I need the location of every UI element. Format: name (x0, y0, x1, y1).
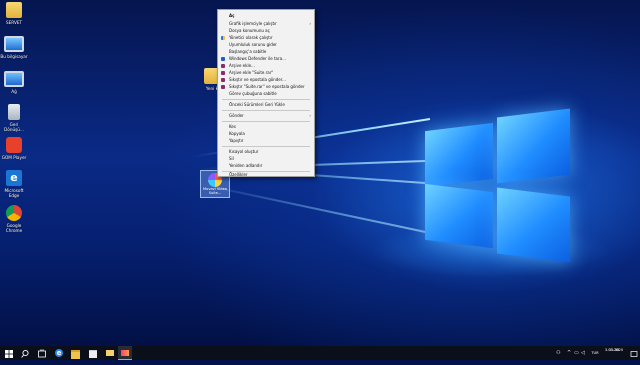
edge-icon: e (6, 170, 22, 186)
menu-item-run-with-gpu[interactable]: Grafik işlemciyle çalıştır › (218, 20, 314, 27)
menu-item-open[interactable]: Aç (218, 12, 314, 19)
winrar-icon (221, 77, 225, 82)
menu-item-properties[interactable]: Özellikler (218, 173, 314, 177)
menu-item-rename[interactable]: Yeniden adlandır (218, 162, 314, 169)
winrar-icon (221, 63, 225, 68)
windows-logo-pane (425, 122, 493, 188)
mail-icon[interactable] (103, 346, 117, 360)
network-tray-icon[interactable]: ▭ (574, 350, 579, 356)
desktop-icon-label: Microsoft Edge (4, 188, 24, 198)
desktop-background: SERVET Bu bilgisayar Ağ Geri Dönüşü... G… (0, 0, 640, 346)
menu-item-copy[interactable]: Kopyala (218, 130, 314, 137)
menu-item-open-file-location[interactable]: Dosya konumunu aç (218, 27, 314, 34)
menu-separator (222, 99, 310, 100)
desktop-icon-label: Geri Dönüşü... (4, 122, 24, 132)
task-view-icon[interactable] (35, 346, 49, 360)
desktop-icon-label: Ağ (11, 89, 17, 94)
desktop-icon-label: Movavi Video Suite... (203, 187, 227, 195)
chevron-up-icon[interactable]: ^ (567, 350, 571, 356)
volume-icon[interactable]: ◁ (581, 350, 585, 356)
search-icon[interactable] (18, 346, 32, 360)
context-menu: Aç Grafik işlemciyle çalıştır › Dosya kon… (217, 9, 315, 177)
desktop-icon-this-pc[interactable]: Bu bilgisayar (0, 36, 28, 59)
desktop-icon-recycle-bin[interactable]: Geri Dönüşü... (0, 104, 28, 132)
menu-separator (222, 110, 310, 111)
chrome-icon (6, 205, 22, 221)
menu-item-create-shortcut[interactable]: Kısayol oluştur (218, 148, 314, 155)
folder-icon (6, 2, 22, 18)
desktop-icon-label: GOM Player (1, 155, 27, 160)
media-app-icon[interactable] (118, 346, 132, 360)
menu-item-paste[interactable]: Yapıştır (218, 137, 314, 144)
menu-item-add-to-archive[interactable]: Arşive ekle... (218, 62, 314, 69)
menu-item-run-as-admin[interactable]: Yönetici olarak çalıştır (218, 34, 314, 41)
menu-item-delete[interactable]: Sil (218, 155, 314, 162)
windows-logo-pane (497, 108, 570, 184)
menu-item-send-to[interactable]: Gönder › (218, 112, 314, 119)
desktop-icon-label: Google Chrome (5, 223, 23, 233)
computer-icon (4, 36, 24, 52)
menu-item-pin-to-start[interactable]: Başlangıç'a sabitle (218, 48, 314, 55)
menu-item-compress-and-email[interactable]: Sıkıştır ve epostala gönder... (218, 76, 314, 83)
windows-logo-pane (497, 187, 570, 263)
menu-separator (222, 146, 310, 147)
menu-item-cut[interactable]: Kes (218, 123, 314, 130)
menu-item-restore-previous-versions[interactable]: Önceki Sürümleri Geri Yükle (218, 101, 314, 108)
menu-separator (222, 121, 310, 122)
taskbar: e ⚇ ^ ▭ ◁ TUR 11:30 3.05.2020 (0, 346, 640, 360)
desktop-icon-edge[interactable]: e Microsoft Edge (0, 170, 28, 198)
people-icon[interactable]: ⚇ (556, 350, 560, 356)
desktop-icon-label: Bu bilgisayar (0, 54, 28, 59)
desktop-icon-gom-player[interactable]: GOM Player (0, 137, 28, 160)
shield-icon (221, 35, 225, 40)
clock-date: 3.05.2020 (604, 348, 624, 352)
menu-item-troubleshoot-compat[interactable]: Uyumluluk sorunu gider (218, 41, 314, 48)
menu-item-compress-suite-and-email[interactable]: Sıkıştır "Suite.rar" ve epostala gönder (218, 83, 314, 90)
start-icon[interactable] (2, 346, 16, 360)
winrar-icon (221, 84, 225, 89)
desktop-icon-network[interactable]: Ağ (0, 71, 28, 94)
language-indicator[interactable]: TUR (588, 351, 602, 355)
chevron-right-icon: › (309, 113, 311, 118)
action-center-icon[interactable] (628, 346, 640, 360)
menu-item-pin-to-taskbar[interactable]: Görev çubuğuna sabitle (218, 90, 314, 97)
desktop-icon-chrome[interactable]: Google Chrome (0, 205, 28, 233)
chevron-right-icon: › (309, 21, 311, 26)
defender-icon (221, 56, 225, 61)
file-explorer-icon[interactable] (69, 346, 83, 360)
windows-logo-pane (425, 183, 493, 249)
network-icon (4, 71, 24, 87)
store-icon[interactable] (86, 346, 100, 360)
menu-item-defender-scan[interactable]: Windows Defender ile tara... (218, 55, 314, 62)
desktop-icon-servet[interactable]: SERVET (0, 2, 28, 25)
edge-icon[interactable]: e (52, 346, 66, 360)
gom-player-icon (6, 137, 22, 153)
desktop-icon-label: SERVET (5, 20, 23, 25)
menu-item-add-to-suite-rar[interactable]: Arşive ekle "Suite.rar" (218, 69, 314, 76)
winrar-icon (221, 70, 225, 75)
recycle-bin-icon (8, 104, 20, 120)
